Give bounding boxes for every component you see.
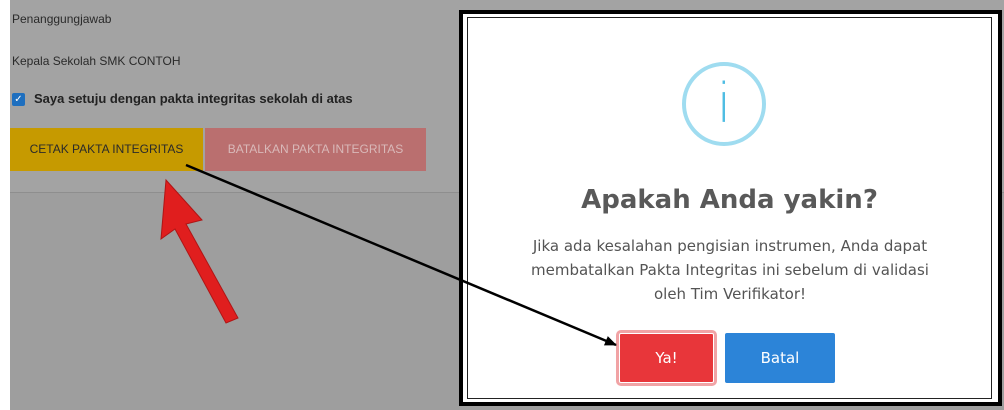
red-pointer-arrow-icon xyxy=(160,178,239,324)
connector-arrow xyxy=(185,163,617,347)
annotation-overlay xyxy=(160,163,617,347)
